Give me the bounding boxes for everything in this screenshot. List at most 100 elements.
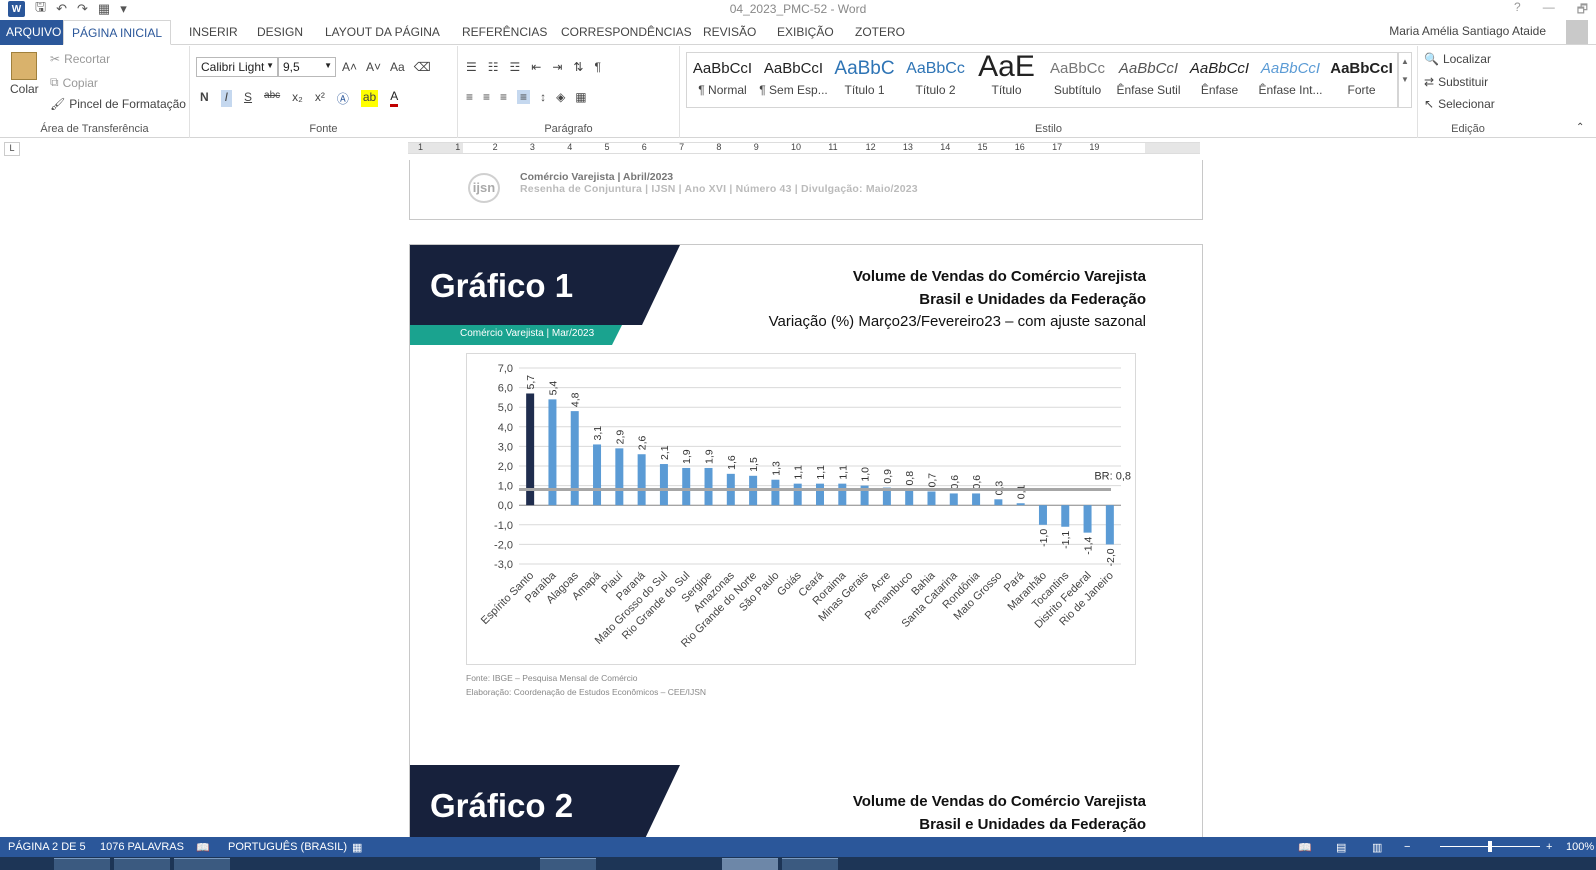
paste-button[interactable]: Colar <box>10 52 39 96</box>
zoom-level[interactable]: 100% <box>1566 841 1594 853</box>
grafico1-chart[interactable]: 7,0 6,0 5,0 4,0 3,0 2,0 1,0 0,0 -1,0 -2,0 -3,0 5,7 E… <box>466 353 1136 665</box>
decrease-indent-icon[interactable]: ⇤ <box>531 60 541 74</box>
clear-format-icon[interactable]: ⌫ <box>414 60 431 74</box>
styles-group-label: Estilo <box>1035 123 1062 135</box>
bar <box>1016 503 1025 506</box>
data-label: 5,4 <box>547 381 559 396</box>
document-area[interactable]: ijsn Comércio Varejista | Abril/2023 Res… <box>0 160 1596 837</box>
tab-revisao[interactable]: REVISÃO <box>695 20 764 45</box>
collapse-ribbon-icon[interactable]: ⌃ <box>1576 122 1584 133</box>
taskbar-item[interactable] <box>174 858 230 870</box>
multilevel-list-icon[interactable]: ☲ <box>510 60 521 74</box>
borders-icon[interactable]: ▦ <box>575 90 586 104</box>
select-button[interactable]: ↖ Selecionar <box>1424 97 1495 111</box>
restore-button[interactable]: 🗗 <box>1577 0 1588 21</box>
style-no-spacing[interactable]: AaBbCcI ¶ Sem Esp... <box>758 53 829 107</box>
bullets-icon[interactable]: ☰ <box>466 60 477 74</box>
bar-chart-svg: 7,06,05,04,03,02,01,00,0-1,0-2,0-3,05,7E… <box>479 363 1131 650</box>
data-label: 1,1 <box>793 465 805 480</box>
grow-font-button[interactable]: A˄ <box>342 60 357 74</box>
style-heading1[interactable]: AaBbC Título 1 <box>829 53 900 107</box>
align-center-icon[interactable]: ≡ <box>483 90 490 104</box>
chevron-up-icon[interactable]: ▲ <box>1401 57 1409 66</box>
print-layout-icon[interactable]: ▤ <box>1336 841 1346 854</box>
change-case-button[interactable]: Aa <box>390 60 405 74</box>
tab-arquivo[interactable]: ARQUIVO <box>0 20 68 45</box>
tab-zotero[interactable]: ZOTERO <box>847 20 913 45</box>
y-tick-label: -1,0 <box>494 520 513 532</box>
font-size-select[interactable]: 9,5 ▼ <box>278 57 336 77</box>
macro-icon[interactable]: ▦ <box>352 841 362 854</box>
highlight-icon[interactable]: ab <box>360 90 379 107</box>
style-emphasis[interactable]: AaBbCcI Ênfase <box>1184 53 1255 107</box>
replace-button[interactable]: ⇄ Substituir <box>1424 75 1488 89</box>
horizontal-ruler[interactable]: 1 1 2 3 4 5 6 7 8 9 10 11 12 13 14 15 16 17 19 <box>408 142 1200 154</box>
read-mode-icon[interactable]: 📖 <box>1298 841 1312 854</box>
align-right-icon[interactable]: ≡ <box>500 90 507 104</box>
proofing-icon[interactable]: 📖 <box>196 841 210 854</box>
strikethrough-button[interactable]: abc <box>264 90 280 107</box>
chevron-down-icon: ▼ <box>324 61 332 70</box>
subscript-button[interactable]: x₂ <box>292 90 303 107</box>
tab-pagina-inicial[interactable]: PÁGINA INICIAL <box>63 20 172 45</box>
shrink-font-button[interactable]: A˅ <box>366 60 381 74</box>
avatar[interactable] <box>1566 20 1588 44</box>
help-button[interactable]: ? <box>1514 0 1521 21</box>
taskbar-item[interactable] <box>540 858 596 870</box>
tab-design[interactable]: DESIGN <box>249 20 311 45</box>
taskbar-item-word[interactable] <box>722 858 778 870</box>
user-name[interactable]: Maria Amélia Santiago Ataide <box>1389 24 1546 38</box>
ruler-number: 8 <box>716 142 722 152</box>
minimize-button[interactable]: — <box>1543 0 1555 21</box>
sort-icon[interactable]: ⇅ <box>573 60 583 74</box>
line-spacing-icon[interactable]: ↕ <box>540 90 546 104</box>
style-subtitle[interactable]: AaBbCc Subtítulo <box>1042 53 1113 107</box>
taskbar-item[interactable] <box>54 858 110 870</box>
zoom-slider-thumb[interactable] <box>1488 841 1492 852</box>
font-color-icon[interactable]: A <box>390 90 399 107</box>
style-heading2[interactable]: AaBbCc Título 2 <box>900 53 971 107</box>
chevron-down-icon: ▼ <box>266 61 274 70</box>
underline-button[interactable]: S <box>244 90 252 107</box>
style-intense-emphasis[interactable]: AaBbCcI Ênfase Int... <box>1255 53 1326 107</box>
bold-button[interactable]: N <box>200 90 209 107</box>
superscript-button[interactable]: x² <box>315 90 325 107</box>
font-family-select[interactable]: Calibri Light ▼ <box>196 57 278 77</box>
tab-exibicao[interactable]: EXIBIÇÃO <box>769 20 842 45</box>
taskbar-item[interactable] <box>114 858 170 870</box>
styles-scroll[interactable]: ▲ ▼ <box>1398 52 1412 108</box>
copy-button[interactable]: ⧉ Copiar <box>50 75 98 90</box>
style-subtle-emphasis[interactable]: AaBbCcI Ênfase Sutil <box>1113 53 1184 107</box>
numbering-icon[interactable]: ☷ <box>488 60 499 74</box>
web-layout-icon[interactable]: ▥ <box>1372 841 1382 854</box>
page-count[interactable]: PÁGINA 2 DE 5 <box>8 841 86 853</box>
increase-indent-icon[interactable]: ⇥ <box>552 60 562 74</box>
style-title[interactable]: AaE Título <box>971 53 1042 107</box>
tab-selector[interactable]: L <box>4 142 20 156</box>
zoom-out-button[interactable]: − <box>1404 841 1410 853</box>
find-button[interactable]: 🔍 Localizar <box>1424 52 1491 66</box>
language[interactable]: PORTUGUÊS (BRASIL) <box>228 841 347 853</box>
shading-icon[interactable]: ◈ <box>556 90 565 104</box>
pilcrow-icon[interactable]: ¶ <box>594 60 600 74</box>
ruler-number: 17 <box>1052 142 1063 152</box>
tab-correspondencias[interactable]: CORRESPONDÊNCIAS <box>553 20 700 45</box>
style-name: Ênfase <box>1200 83 1239 97</box>
taskbar-item[interactable] <box>782 858 838 870</box>
text-effects-icon[interactable]: Ⓐ <box>337 90 349 107</box>
tab-inserir[interactable]: INSERIR <box>181 20 246 45</box>
format-painter-button[interactable]: 🖌 Pincel de Formatação <box>50 97 186 111</box>
word-count[interactable]: 1076 PALAVRAS <box>100 841 184 853</box>
cut-button[interactable]: ✂ Recortar <box>50 52 110 66</box>
paragraph-group-label: Parágrafo <box>544 123 593 135</box>
italic-button[interactable]: I <box>220 90 233 107</box>
tab-referencias[interactable]: REFERÊNCIAS <box>454 20 555 45</box>
chevron-down-icon[interactable]: ▼ <box>1401 75 1409 84</box>
style-normal[interactable]: AaBbCcI ¶ Normal <box>687 53 758 107</box>
tab-layout[interactable]: LAYOUT DA PÁGINA <box>317 20 448 45</box>
zoom-in-button[interactable]: + <box>1546 841 1552 853</box>
style-strong[interactable]: AaBbCcI Forte <box>1326 53 1397 107</box>
justify-icon[interactable]: ≡ <box>517 90 531 104</box>
paragraph-group: ☰ ☷ ☲ ⇤ ⇥ ⇅ ¶ ≡ ≡ ≡ ≡ ↕ ◈ ▦ Parágrafo <box>458 46 680 138</box>
align-left-icon[interactable]: ≡ <box>466 90 473 104</box>
